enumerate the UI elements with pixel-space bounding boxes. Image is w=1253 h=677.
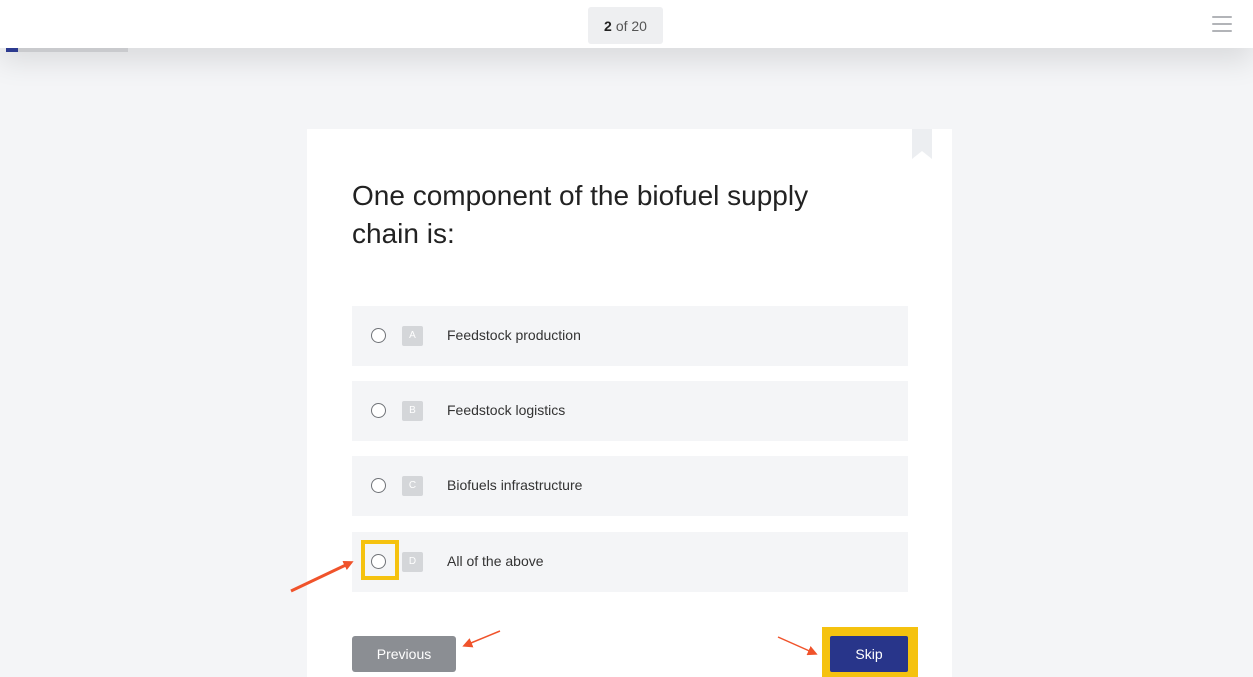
current-question-number: 2: [604, 17, 612, 34]
question-card: One component of the biofuel supply chai…: [307, 129, 952, 677]
option-letter-badge: B: [402, 401, 423, 421]
option-label: Biofuels infrastructure: [447, 477, 583, 493]
question-text: One component of the biofuel supply chai…: [352, 180, 809, 249]
top-bar: 2 of 20: [0, 0, 1253, 48]
skip-button[interactable]: Skip: [830, 636, 908, 672]
option-label: All of the above: [447, 553, 544, 569]
radio-unchecked-icon[interactable]: [371, 328, 386, 343]
skip-highlight-box: Skip: [822, 627, 918, 677]
hamburger-menu-icon[interactable]: [1212, 16, 1232, 32]
option-label: Feedstock logistics: [447, 402, 566, 418]
radio-unchecked-icon[interactable]: [371, 478, 386, 493]
option-letter-badge: C: [402, 476, 423, 496]
bookmark-icon[interactable]: [912, 129, 932, 159]
option-b[interactable]: B Feedstock logistics: [352, 381, 908, 441]
option-letter-badge: D: [402, 552, 423, 572]
progress-bar: [6, 48, 128, 52]
radio-unchecked-icon[interactable]: [371, 403, 386, 418]
previous-button[interactable]: Previous: [352, 636, 456, 672]
option-c[interactable]: C Biofuels infrastructure: [352, 456, 908, 516]
question-counter: 2 of 20: [588, 7, 663, 44]
option-a[interactable]: A Feedstock production: [352, 306, 908, 366]
option-label: Feedstock production: [447, 327, 581, 343]
radio-unchecked-icon[interactable]: [371, 554, 386, 569]
progress-bar-fill: [6, 48, 19, 52]
option-letter-badge: A: [402, 326, 423, 346]
total-questions-label: of 20: [615, 17, 647, 34]
option-d[interactable]: D All of the above: [352, 532, 908, 592]
